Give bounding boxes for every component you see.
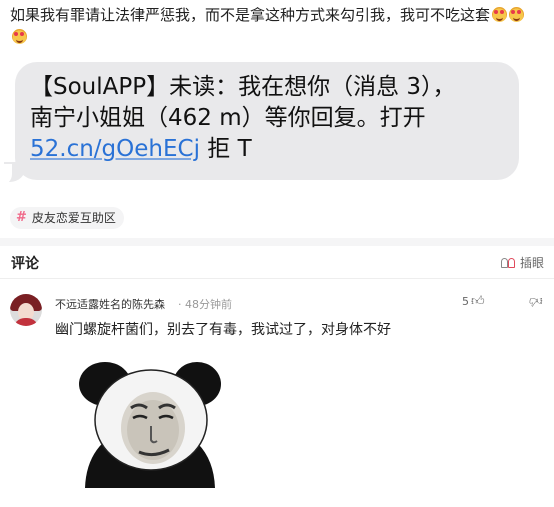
post-text: 如果我有罪请让法律严惩我，而不是拿这种方式来勾引我，我可不吃这套 [10, 4, 546, 48]
comment-text: 幽门螺旋杆菌们，别去了有毒，我试过了，对身体不好 [55, 322, 391, 338]
sms-screenshot-image[interactable]: 【SoulAPP】未读：我在想你（消息 3）， 南宁小姐姐（462 m）等你回复… [0, 52, 554, 198]
smiling-emoji-icon [12, 29, 27, 44]
like-button[interactable]: 5 👍︎ [462, 294, 485, 309]
sms-line-2: 南宁小姐姐（462 m）等你回复。打开 [30, 105, 426, 131]
comments-title: 评论 [11, 256, 39, 272]
insert-eye-icon [500, 257, 517, 269]
sms-line-1: 【SoulAPP】未读：我在想你（消息 3）， [30, 74, 456, 100]
post-text-content: 如果我有罪请让法律严惩我，而不是拿这种方式来勾引我，我可不吃这套 [10, 6, 491, 24]
comments-header: 评论 插眼 [0, 246, 554, 278]
like-count: 5 [462, 295, 469, 308]
smiling-emoji-icon [509, 7, 525, 22]
sms-line-3: 52.cn/gOehECj 拒 T [30, 134, 509, 165]
comment-item: 不远适露姓名的陈先森 · 48分钟前 5 👍︎ 👍︎ 幽门螺旋杆菌们，别去了有毒… [0, 286, 554, 506]
insert-eye-label: 插眼 [519, 256, 544, 270]
thumbs-down-icon[interactable]: 👍︎ [529, 293, 543, 308]
topic-tag-label: 皮友恋爱互助区 [31, 211, 116, 225]
avatar[interactable] [10, 294, 42, 326]
sms-bubble-tail-cut [0, 164, 12, 186]
section-divider [0, 238, 554, 246]
smiling-emoji-icon [492, 7, 508, 22]
header-divider [0, 278, 554, 279]
topic-tag[interactable]: # 皮友恋爱互助区 [10, 207, 124, 229]
tag-row: # 皮友恋爱互助区 [0, 202, 554, 236]
comment-username[interactable]: 不远适露姓名的陈先森 [55, 296, 165, 312]
hash-icon: # [16, 210, 27, 225]
sms-bubble: 【SoulAPP】未读：我在想你（消息 3）， 南宁小姐姐（462 m）等你回复… [15, 62, 519, 180]
thumbs-up-icon: 👍︎ [471, 294, 485, 309]
sms-suffix: 拒 T [199, 136, 252, 162]
insert-eye-button[interactable]: 插眼 [500, 254, 544, 271]
panda-meme-image[interactable] [77, 362, 223, 488]
sms-link[interactable]: 52.cn/gOehECj [30, 136, 200, 162]
comment-timestamp: · 48分钟前 [178, 298, 232, 311]
